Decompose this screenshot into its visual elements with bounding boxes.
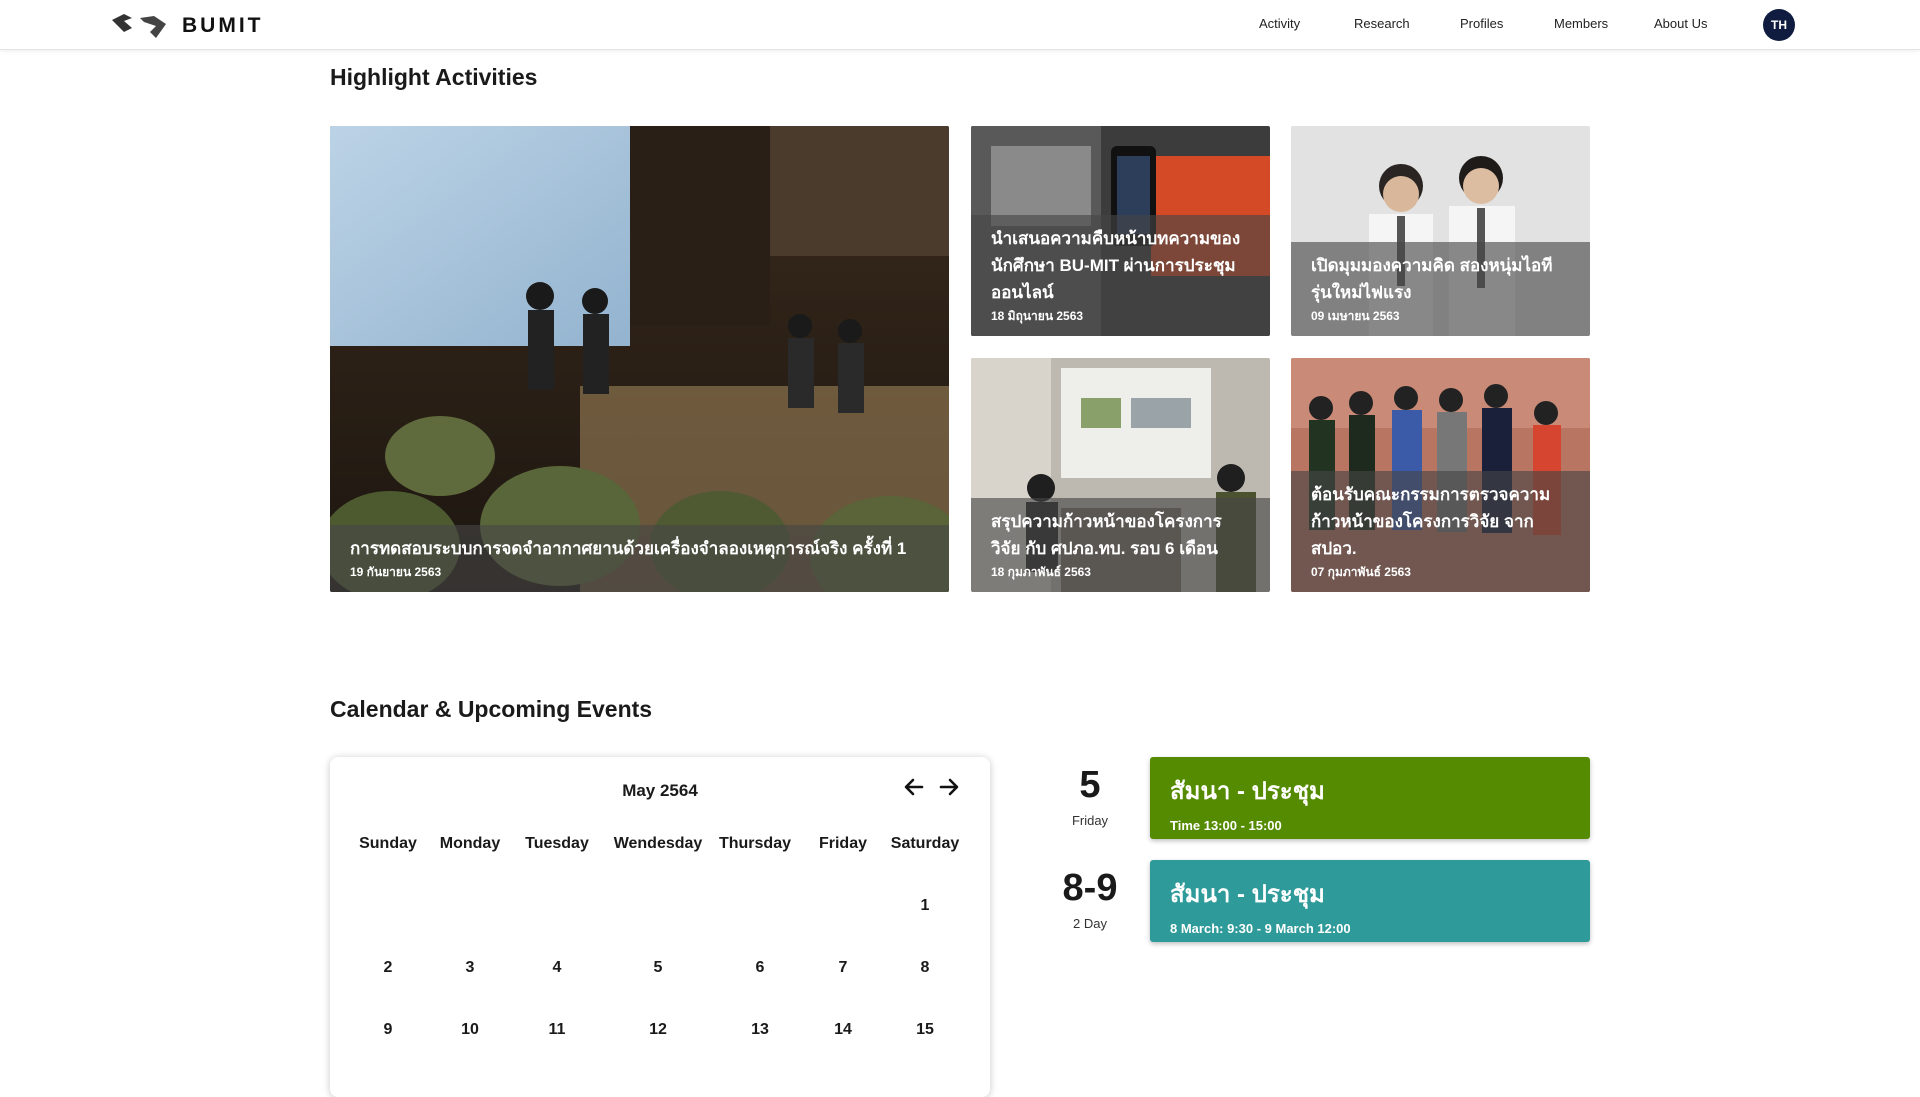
calendar-month-label: May 2564 (622, 781, 698, 800)
calendar-day[interactable]: 2 (368, 959, 408, 977)
calendar-day[interactable]: 3 (450, 959, 490, 977)
highlights-title: Highlight Activities (330, 64, 538, 90)
calendar-day[interactable]: 15 (905, 1021, 945, 1039)
event-day-number: 5 (1079, 764, 1101, 806)
event-title: สัมนา - ประชุม (1170, 881, 1325, 908)
highlight-caption: เปิดมุมมองความคิด สองหนุ่มไอทีรุ่นใหม่ไฟ… (1291, 242, 1590, 336)
highlight-caption: การทดสอบระบบการจดจำอากาศยานด้วยเครื่องจำ… (330, 525, 949, 592)
calendar-section-title: Calendar & Upcoming Events (330, 696, 653, 722)
weekday-friday: Friday (818, 835, 867, 852)
calendar-day[interactable]: 13 (740, 1021, 780, 1039)
highlight-title: สรุปความก้าวหน้าของโครงการวิจัย กับ ศปภอ… (991, 512, 1222, 558)
bumit-logo-icon (112, 14, 166, 38)
highlight-date: 09 เมษายน 2563 (1311, 309, 1400, 323)
highlight-photo (330, 126, 949, 592)
calendar-day[interactable]: 9 (368, 1021, 408, 1039)
highlight-caption: นำเสนอความคืบหน้าบทความของนักศึกษา BU-MI… (971, 215, 1270, 336)
highlight-card-3[interactable]: เปิดมุมมองความคิด สองหนุ่มไอทีรุ่นใหม่ไฟ… (1291, 126, 1590, 336)
highlight-date: 07 กุมภาพันธ์ 2563 (1311, 565, 1411, 579)
calendar-day[interactable]: 10 (450, 1021, 490, 1039)
weekday-tuesday: Tuesday (525, 835, 589, 852)
nav-about-us[interactable]: About Us (1654, 16, 1707, 31)
weekday-saturday: Saturday (890, 835, 960, 852)
event-day-label: Friday (1071, 813, 1109, 828)
highlight-title: ต้อนรับคณะกรรมการตรวจความก้าวหน้าของโครง… (1311, 485, 1551, 558)
calendar-day[interactable]: 7 (823, 959, 863, 977)
highlight-card-1[interactable]: การทดสอบระบบการจดจำอากาศยานด้วยเครื่องจำ… (330, 126, 949, 592)
event-card-2[interactable]: สัมนา - ประชุม 8 March: 9:30 - 9 March 1… (1150, 860, 1590, 942)
calendar-day[interactable]: 6 (740, 959, 780, 977)
highlight-title: นำเสนอความคืบหน้าบทความของนักศึกษา BU-MI… (991, 229, 1241, 302)
event-time: Time 13:00 - 15:00 (1170, 818, 1282, 833)
weekday-wednesday: Wendesday (613, 835, 703, 852)
event-title: สัมนา - ประชุม (1170, 778, 1325, 805)
top-navbar: BUMIT Activity Research Profiles Members… (0, 0, 1920, 50)
highlight-card-4[interactable]: สรุปความก้าวหน้าของโครงการวิจัย กับ ศปภอ… (971, 358, 1270, 592)
calendar-day[interactable]: 14 (823, 1021, 863, 1039)
highlight-card-2[interactable]: นำเสนอความคืบหน้าบทความของนักศึกษา BU-MI… (971, 126, 1270, 336)
brand-name: BUMIT (182, 14, 264, 37)
weekday-sunday: Sunday (359, 835, 417, 852)
nav-members[interactable]: Members (1554, 16, 1608, 31)
highlight-date: 18 กุมภาพันธ์ 2563 (991, 565, 1091, 579)
arrow-right-icon[interactable] (937, 775, 961, 799)
event-day-number: 8-9 (1062, 867, 1118, 909)
language-toggle-button[interactable]: TH (1763, 9, 1795, 41)
calendar-day[interactable]: 11 (537, 1021, 577, 1039)
nav-research[interactable]: Research (1354, 16, 1410, 31)
highlight-title: เปิดมุมมองความคิด สองหนุ่มไอทีรุ่นใหม่ไฟ… (1311, 256, 1553, 302)
calendar-day[interactable]: 5 (638, 959, 678, 977)
nav-profiles[interactable]: Profiles (1460, 16, 1503, 31)
event-2-date: 8-9 2 Day (1040, 867, 1140, 931)
highlight-caption: สรุปความก้าวหน้าของโครงการวิจัย กับ ศปภอ… (971, 498, 1270, 592)
highlight-card-5[interactable]: ต้อนรับคณะกรรมการตรวจความก้าวหน้าของโครง… (1291, 358, 1590, 592)
highlight-caption: ต้อนรับคณะกรรมการตรวจความก้าวหน้าของโครง… (1291, 471, 1590, 592)
highlight-date: 19 กันยายน 2563 (350, 565, 442, 579)
calendar-day[interactable]: 4 (537, 959, 577, 977)
brand[interactable]: BUMIT (110, 12, 264, 40)
calendar-day[interactable]: 12 (638, 1021, 678, 1039)
calendar-widget: May 2564 Sunday Monday Tuesday Wendesday… (330, 757, 990, 1097)
weekday-thursday: Thursday (718, 835, 791, 852)
arrow-left-icon[interactable] (902, 775, 926, 799)
highlight-date: 18 มิถุนายน 2563 (991, 309, 1084, 323)
event-time: 8 March: 9:30 - 9 March 12:00 (1170, 921, 1351, 936)
weekday-monday: Monday (439, 835, 501, 852)
highlight-title: การทดสอบระบบการจดจำอากาศยานด้วยเครื่องจำ… (350, 539, 907, 558)
event-1-date: 5 Friday (1040, 764, 1140, 828)
calendar-day[interactable]: 1 (905, 897, 945, 915)
calendar-day[interactable]: 8 (905, 959, 945, 977)
nav-activity[interactable]: Activity (1259, 16, 1300, 31)
event-day-label: 2 Day (1073, 916, 1107, 931)
event-card-1[interactable]: สัมนา - ประชุม Time 13:00 - 15:00 (1150, 757, 1590, 839)
